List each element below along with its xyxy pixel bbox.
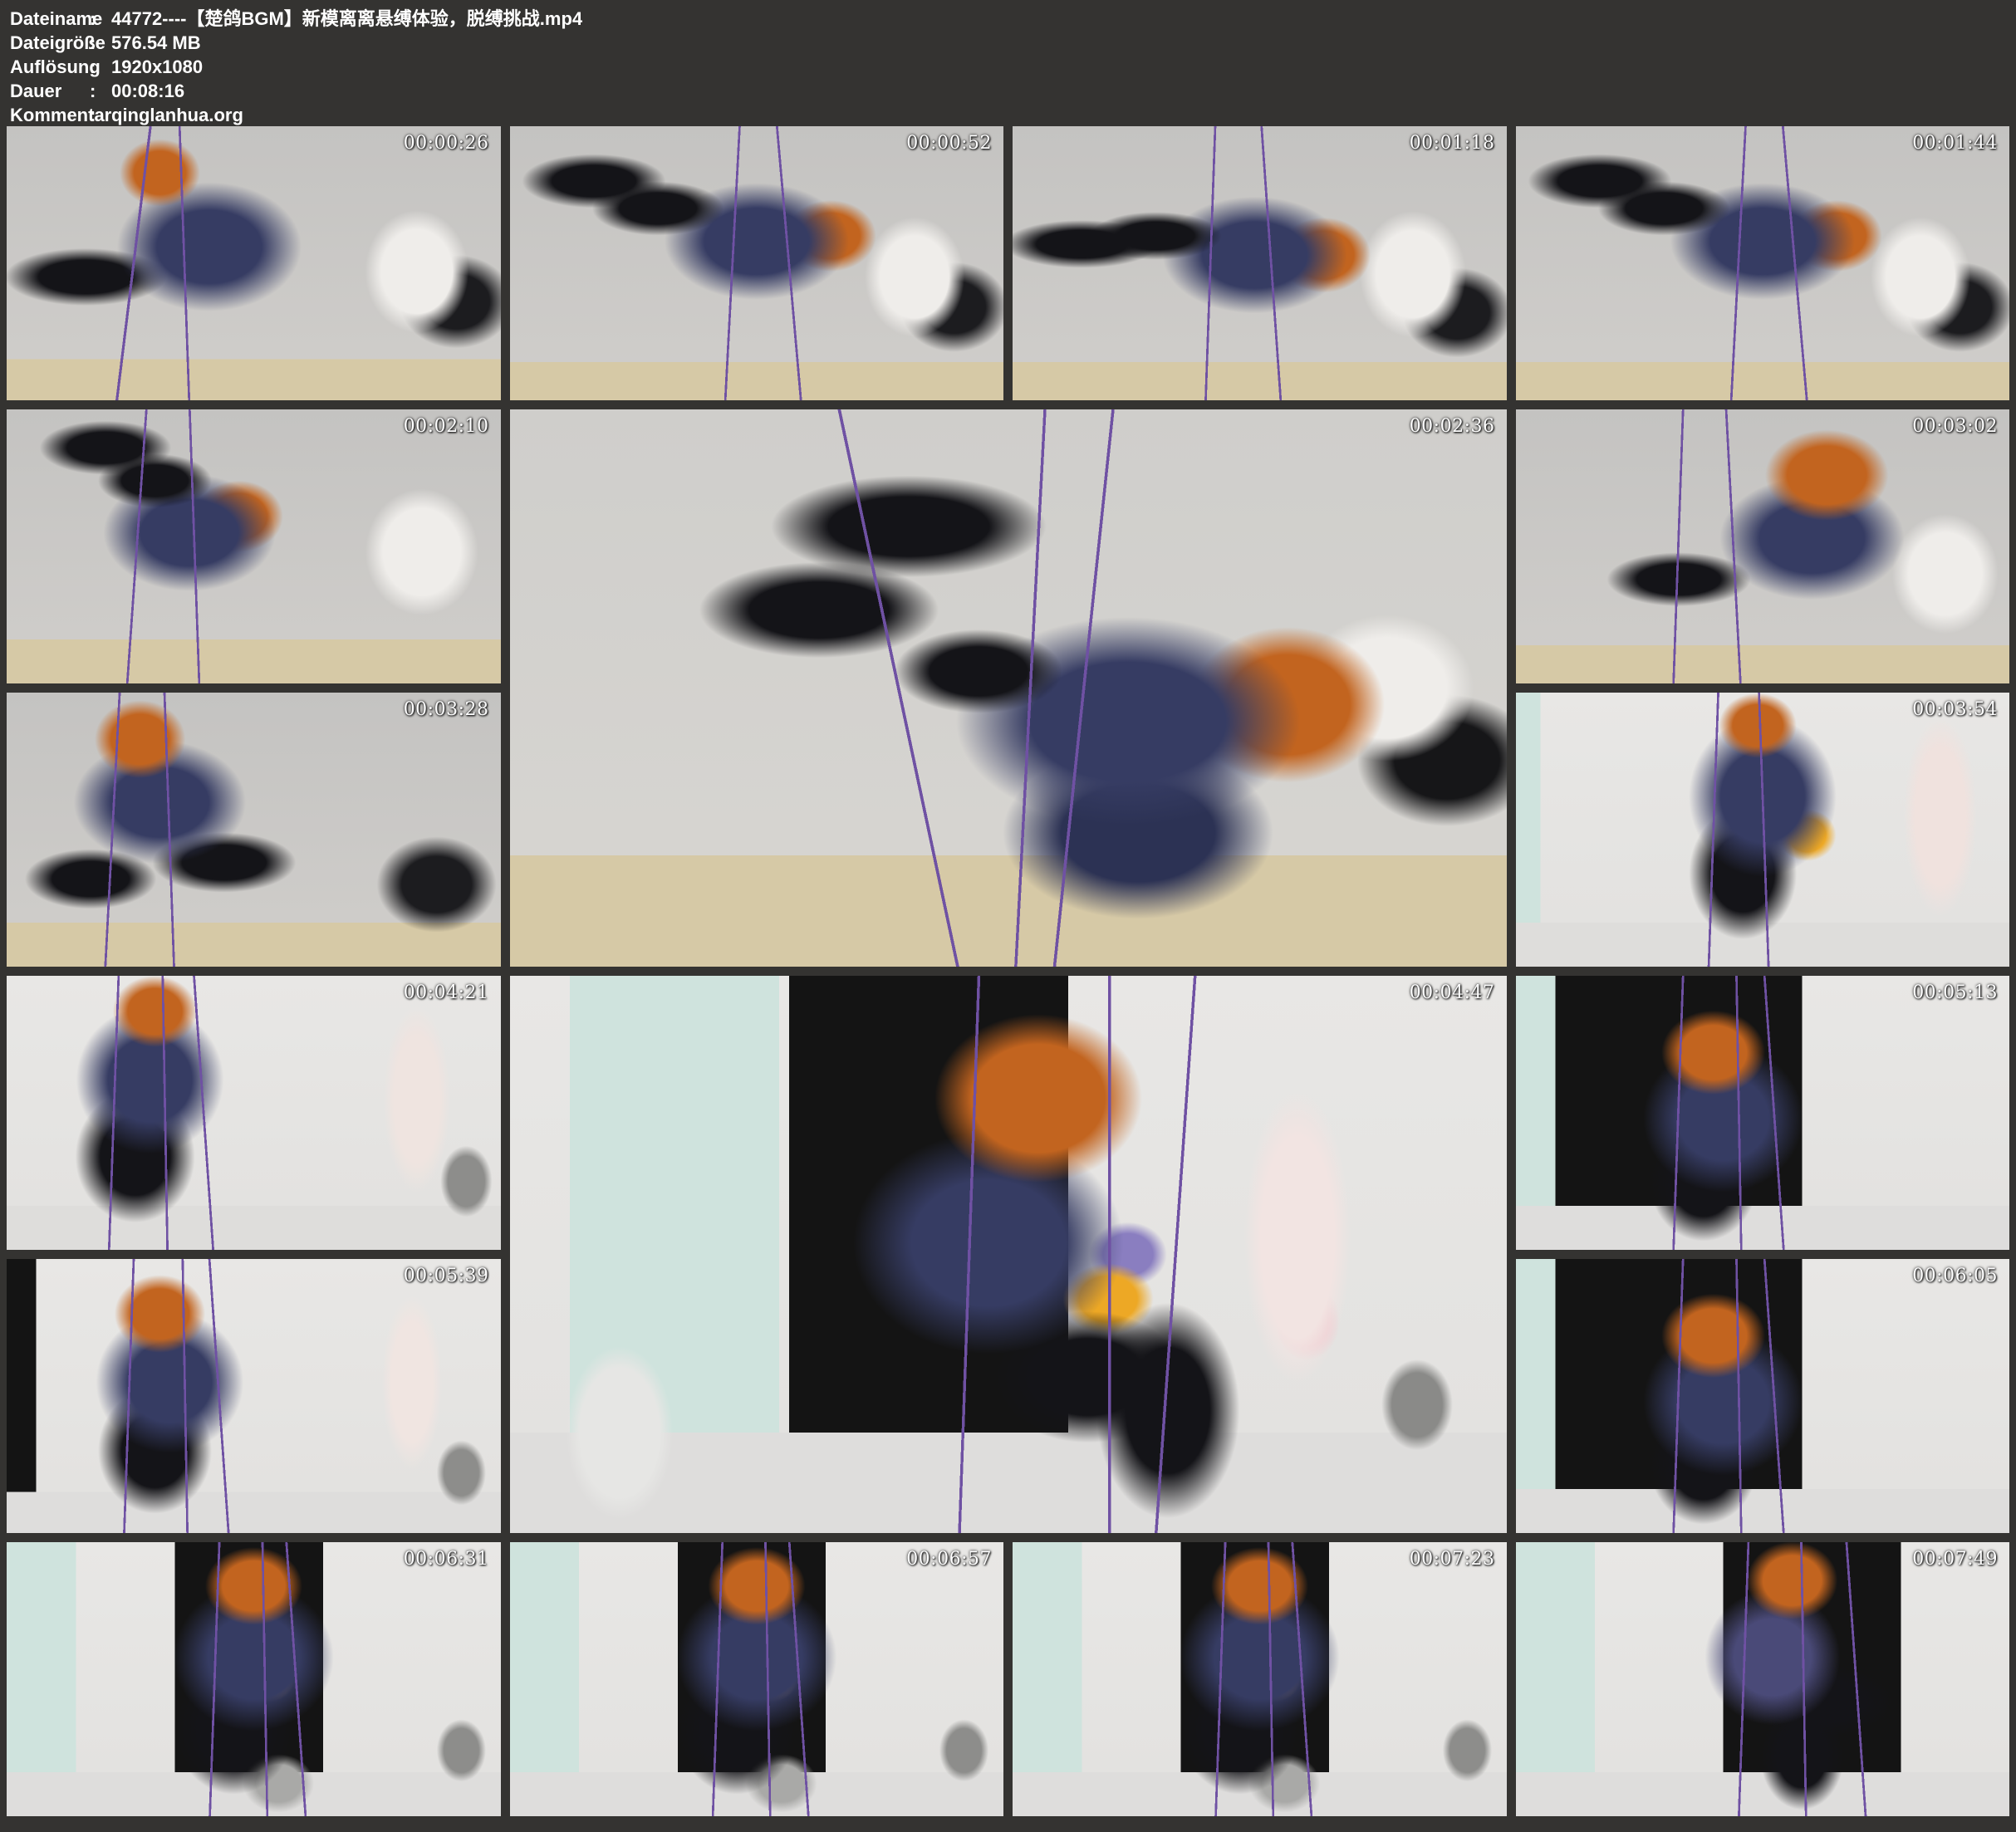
- thumbnail-grid: 00:00:26 00:00:52 00:01:18 00:01:44 00:0…: [7, 126, 2009, 1816]
- video-thumbnail[interactable]: 00:03:28: [7, 693, 501, 967]
- video-thumbnail[interactable]: 00:03:54: [1516, 693, 2010, 967]
- metadata-label: Dateiname: [10, 7, 90, 31]
- thumbnail-timestamp: 00:03:28: [404, 699, 489, 720]
- metadata-label: Auflösung: [10, 55, 90, 79]
- thumbnail-timestamp: 00:00:52: [906, 133, 992, 154]
- thumbnail-timestamp: 00:05:13: [1912, 982, 1998, 1003]
- thumbnail-timestamp: 00:00:26: [404, 133, 489, 154]
- video-thumbnail[interactable]: 00:06:05: [1516, 1259, 2010, 1533]
- thumbnail-timestamp: 00:06:05: [1912, 1266, 1998, 1286]
- thumbnail-timestamp: 00:01:18: [1410, 133, 1495, 154]
- video-thumbnail[interactable]: 00:01:18: [1013, 126, 1507, 400]
- metadata-value: 576.54 MB: [111, 31, 201, 55]
- video-thumbnail[interactable]: 00:05:13: [1516, 976, 2010, 1250]
- thumbnail-timestamp: 00:04:21: [404, 982, 489, 1003]
- thumbnail-timestamp: 00:06:31: [404, 1549, 489, 1570]
- metadata-label: Kommentar: [10, 103, 90, 127]
- thumbnail-timestamp: 00:06:57: [906, 1549, 992, 1570]
- metadata-separator: :: [90, 79, 111, 103]
- thumbnail-timestamp: 00:04:47: [1410, 982, 1495, 1003]
- metadata-value: qinglanhua.org: [111, 103, 243, 127]
- thumbnail-timestamp: 00:01:44: [1912, 133, 1998, 154]
- video-thumbnail[interactable]: 00:07:23: [1013, 1542, 1507, 1816]
- thumbnail-timestamp: 00:03:54: [1912, 699, 1998, 720]
- metadata-value: 00:08:16: [111, 79, 184, 103]
- metadata-row: Dateigröße : 576.54 MB: [10, 31, 2016, 55]
- video-thumbnail[interactable]: 00:04:47: [510, 976, 1507, 1533]
- thumbnail-timestamp: 00:03:02: [1912, 416, 1998, 437]
- metadata-row: Dateiname : 44772----【楚鸽BGM】新模离离悬缚体验，脱缚挑…: [10, 7, 2016, 31]
- metadata-label: Dateigröße: [10, 31, 90, 55]
- metadata-separator: :: [90, 103, 111, 127]
- metadata-separator: :: [90, 7, 111, 31]
- video-thumbnail[interactable]: 00:07:49: [1516, 1542, 2010, 1816]
- video-thumbnail[interactable]: 00:06:57: [510, 1542, 1004, 1816]
- metadata-value: 44772----【楚鸽BGM】新模离离悬缚体验，脱缚挑战.mp4: [111, 7, 582, 31]
- metadata-row: Auflösung : 1920x1080: [10, 55, 2016, 79]
- thumbnail-timestamp: 00:07:23: [1410, 1549, 1495, 1570]
- video-contact-sheet: Dateiname : 44772----【楚鸽BGM】新模离离悬缚体验，脱缚挑…: [0, 0, 2016, 1832]
- metadata-separator: :: [90, 31, 111, 55]
- video-thumbnail[interactable]: 00:03:02: [1516, 409, 2010, 683]
- video-thumbnail[interactable]: 00:00:52: [510, 126, 1004, 400]
- metadata-separator: :: [90, 55, 111, 79]
- video-thumbnail[interactable]: 00:06:31: [7, 1542, 501, 1816]
- thumbnail-timestamp: 00:02:36: [1410, 416, 1495, 437]
- video-thumbnail[interactable]: 00:00:26: [7, 126, 501, 400]
- video-thumbnail[interactable]: 00:05:39: [7, 1259, 501, 1533]
- metadata-row: Dauer : 00:08:16: [10, 79, 2016, 103]
- video-thumbnail[interactable]: 00:02:10: [7, 409, 501, 683]
- thumbnail-timestamp: 00:05:39: [404, 1266, 489, 1286]
- metadata-label: Dauer: [10, 79, 90, 103]
- video-thumbnail[interactable]: 00:02:36: [510, 409, 1507, 967]
- file-metadata: Dateiname : 44772----【楚鸽BGM】新模离离悬缚体验，脱缚挑…: [0, 0, 2016, 127]
- thumbnail-timestamp: 00:02:10: [404, 416, 489, 437]
- video-thumbnail[interactable]: 00:04:21: [7, 976, 501, 1250]
- metadata-row: Kommentar : qinglanhua.org: [10, 103, 2016, 127]
- thumbnail-timestamp: 00:07:49: [1912, 1549, 1998, 1570]
- video-thumbnail[interactable]: 00:01:44: [1516, 126, 2010, 400]
- metadata-value: 1920x1080: [111, 55, 203, 79]
